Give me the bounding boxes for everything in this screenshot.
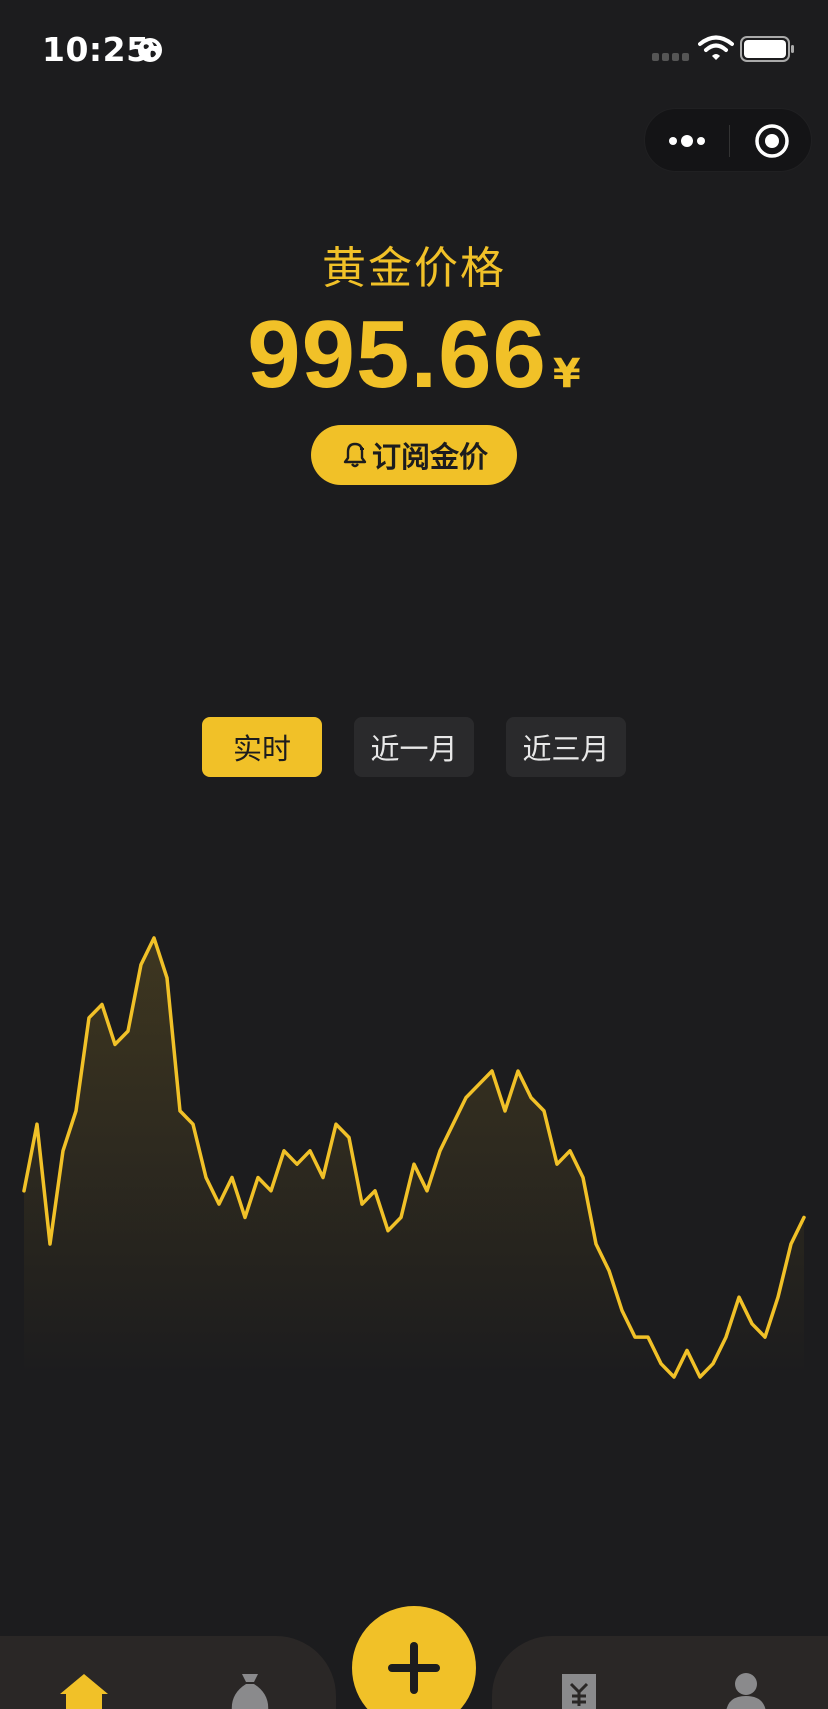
tab-label: 近一月: [370, 732, 458, 766]
page-title: 黄金价格: [322, 243, 506, 294]
more-button[interactable]: [645, 109, 729, 173]
currency-symbol: ¥: [552, 351, 581, 397]
tab-realtime[interactable]: 实时: [202, 717, 322, 777]
close-button[interactable]: [730, 109, 813, 173]
target-close-icon: [754, 124, 789, 158]
bell-icon: [343, 442, 367, 468]
tab-one-month[interactable]: 近一月: [354, 717, 474, 777]
user-icon[interactable]: [724, 1672, 768, 1709]
battery-icon: [740, 36, 794, 62]
bottom-nav-left: [0, 1636, 336, 1709]
price-value: 995.66: [247, 301, 547, 408]
miniprogram-capsule: [644, 108, 812, 172]
subscribe-label: 订阅金价: [371, 440, 488, 474]
price-chart: [22, 936, 806, 1379]
globe-icon: [138, 38, 162, 62]
money-bag-icon[interactable]: [228, 1672, 272, 1709]
add-icon: [388, 1642, 440, 1694]
tab-label: 近三月: [522, 732, 610, 766]
status-time: 10:25: [42, 30, 150, 69]
bottom-nav-right: [492, 1636, 828, 1709]
add-button[interactable]: [352, 1606, 476, 1709]
receipt-icon[interactable]: [558, 1672, 600, 1709]
gold-price: 995.66 ¥: [0, 300, 828, 410]
tab-label: 实时: [232, 732, 291, 766]
chart-area-fill: [24, 938, 804, 1377]
home-icon[interactable]: [58, 1672, 110, 1709]
signal-icon: [652, 53, 689, 61]
status-bar: 10:25: [0, 0, 828, 100]
more-dots-icon: [669, 135, 705, 147]
subscribe-price-button[interactable]: 订阅金价: [311, 425, 517, 485]
wifi-icon: [698, 35, 734, 60]
tab-three-months[interactable]: 近三月: [506, 717, 626, 777]
